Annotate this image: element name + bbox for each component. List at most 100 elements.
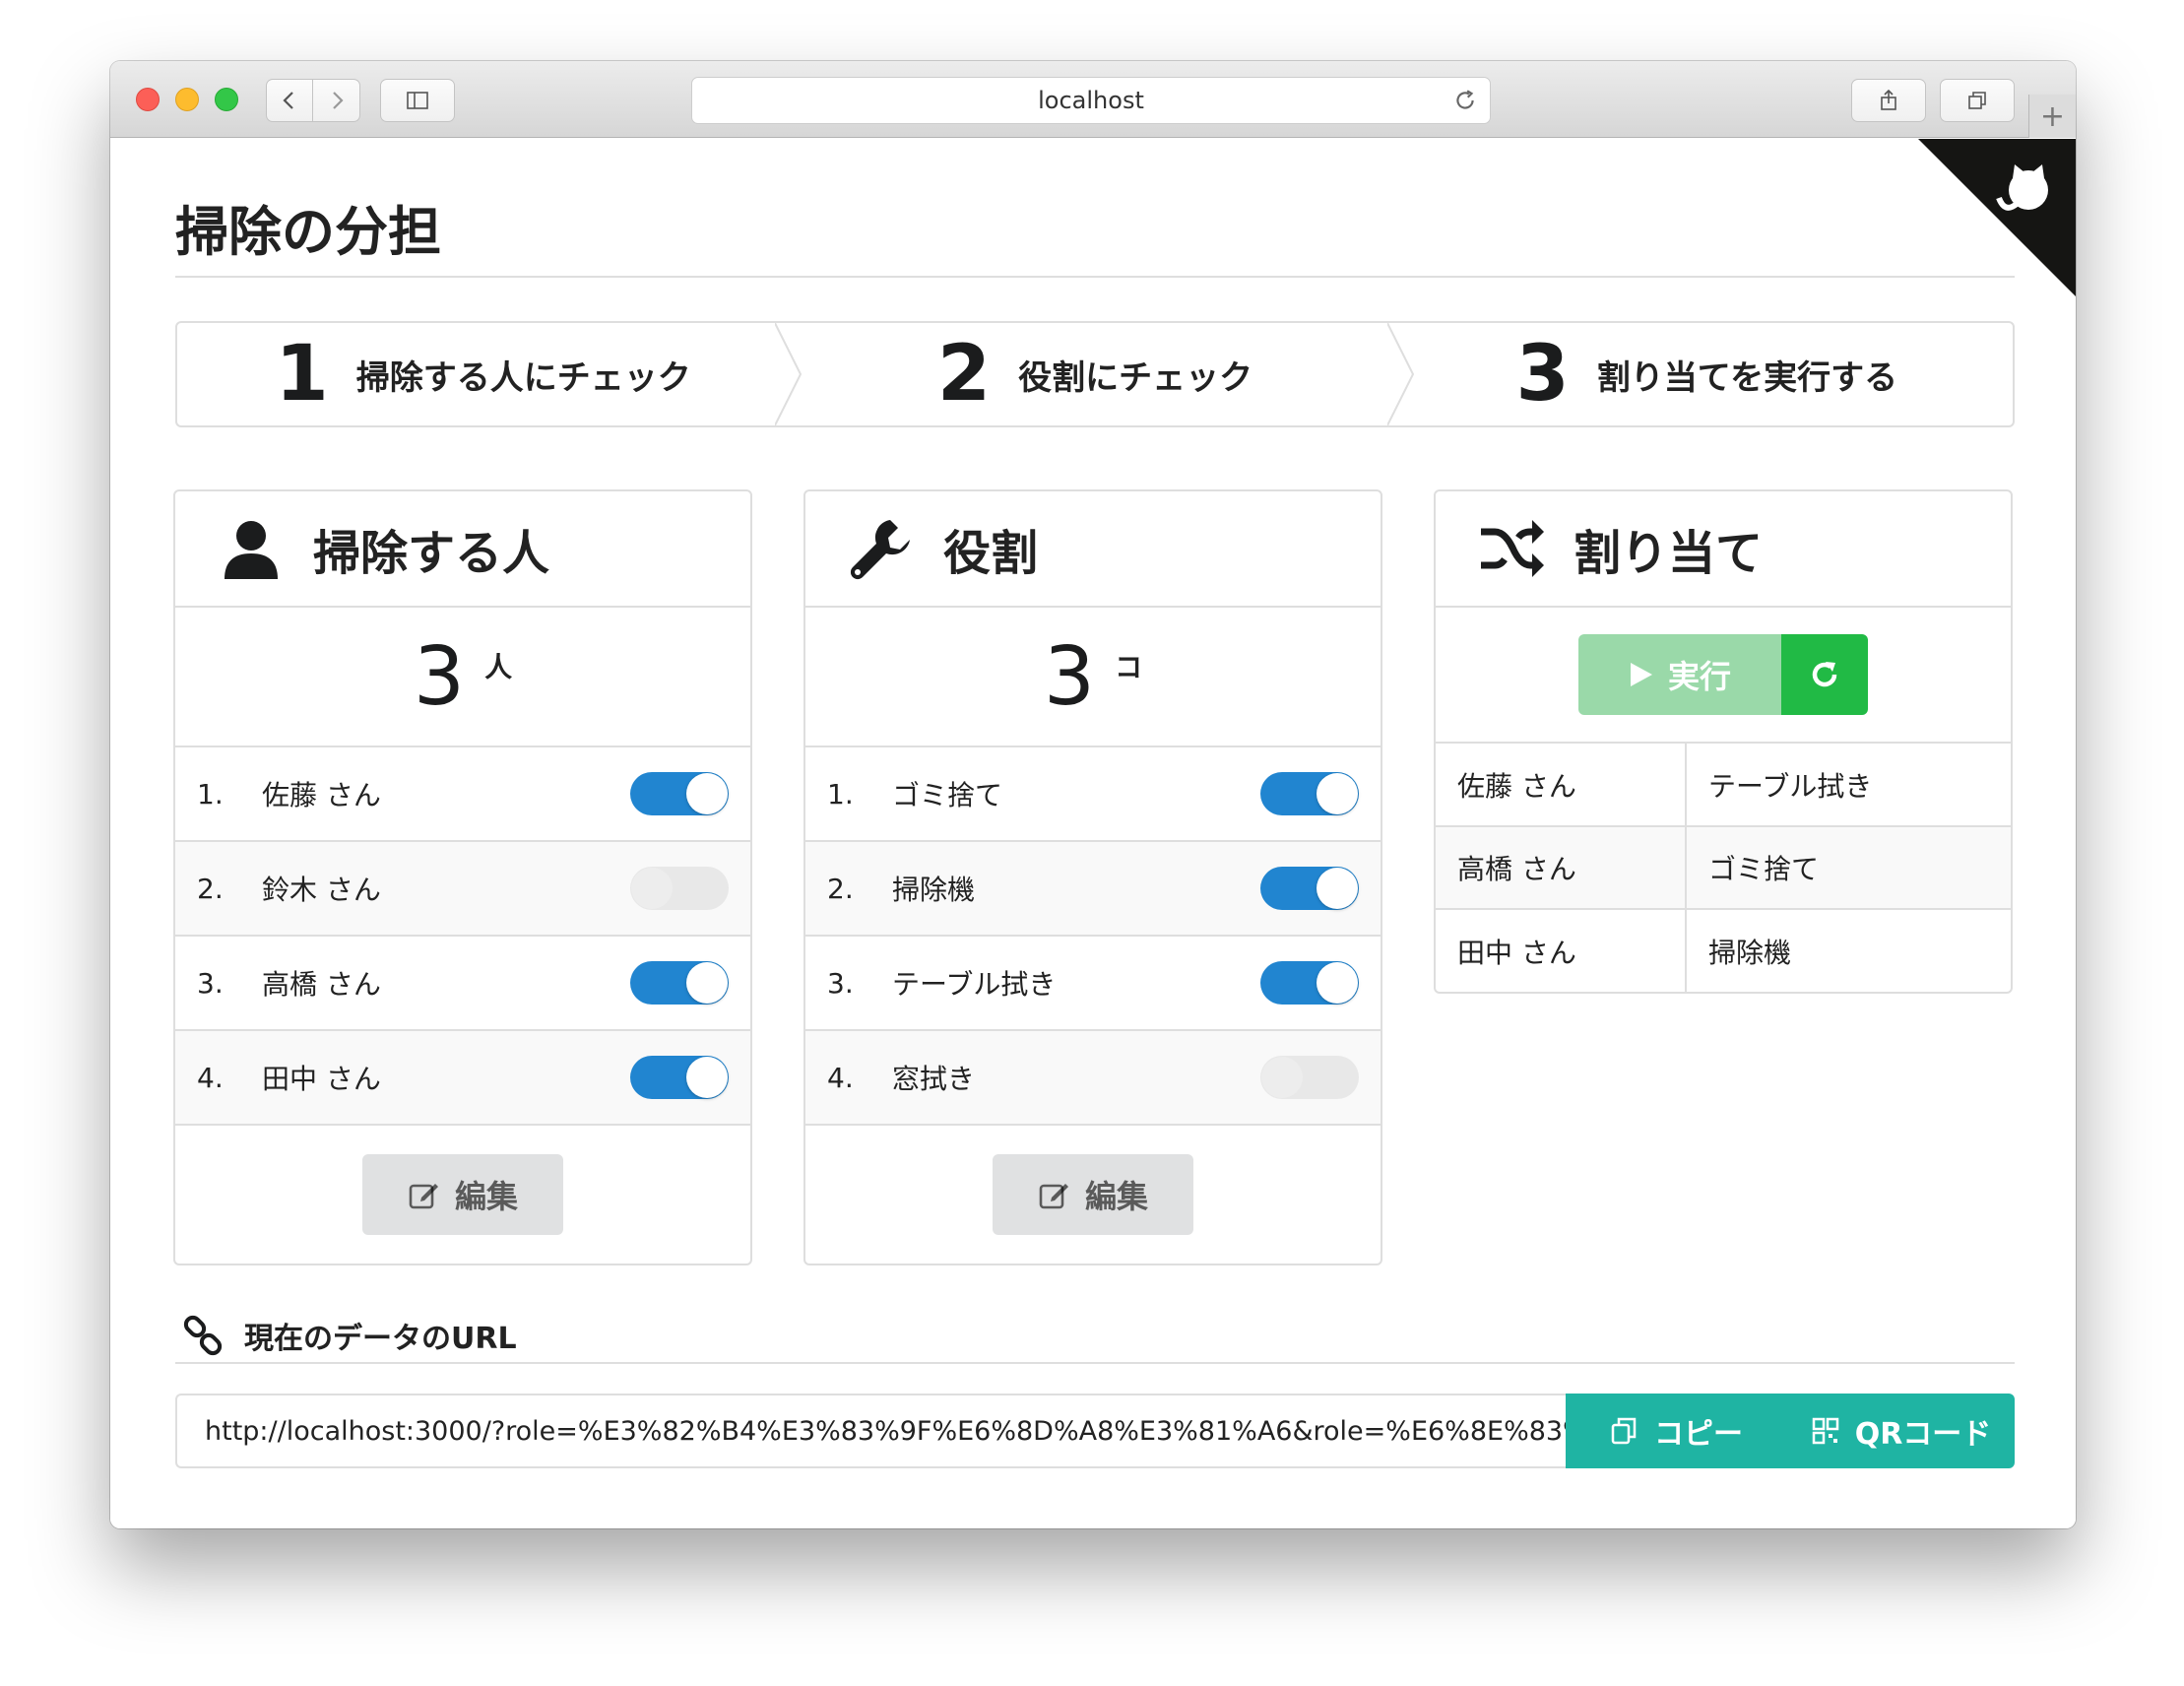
new-tab-button[interactable]: +: [2028, 95, 2076, 138]
list-item-index: 1.: [827, 777, 854, 811]
list-item: 1. 佐藤 さん: [175, 747, 750, 842]
url-section-label: 現在のデータのURL: [244, 1322, 517, 1356]
share-icon: [1881, 89, 1896, 110]
qrcode-icon: [1812, 1417, 1838, 1445]
assignment-table: 佐藤 さん テーブル拭き 高橋 さん ゴミ捨て 田中 さん 掃除機: [1436, 744, 2011, 992]
browser-titlebar: localhost +: [110, 61, 2076, 138]
panel-title: 役割: [943, 526, 1039, 581]
url-row: http://localhost:3000/?role=%E3%82%B4%E3…: [175, 1394, 2015, 1468]
assigned-role: テーブル拭き: [1686, 744, 2011, 827]
assigned-person: 佐藤 さん: [1436, 744, 1687, 827]
refresh-icon: [1812, 662, 1837, 687]
count-unit: 人: [484, 651, 513, 683]
list-item: 3. 高橋 さん: [175, 937, 750, 1031]
toggle-switch[interactable]: [1260, 867, 1359, 910]
people-panel: 掃除する人 3 人 1. 佐藤 さん 2. 鈴木 さん 3. 高橋 さん 4. …: [173, 489, 752, 1265]
assign-panel: 割り当て 実行 佐藤 さん テーブル拭き 高橋 さん ゴミ捨て 田中 さん 掃除…: [1434, 489, 2013, 994]
edit-button-label: 編集: [1084, 1178, 1148, 1215]
share-button[interactable]: [1851, 79, 1926, 122]
copy-button-label: コピー: [1654, 1417, 1743, 1452]
assigned-person: 高橋 さん: [1436, 826, 1687, 910]
list-item-name: 田中 さん: [262, 1063, 381, 1095]
list-item-name: 高橋 さん: [262, 968, 381, 1001]
copy-button[interactable]: コピー: [1566, 1394, 1786, 1468]
zoom-window-button[interactable]: [215, 88, 238, 111]
step-number: 2: [936, 330, 992, 419]
forward-button[interactable]: [313, 79, 360, 122]
reload-icon[interactable]: [1452, 88, 1478, 113]
toggle-switch[interactable]: [1260, 1056, 1359, 1099]
list-item: 2. 鈴木 さん: [175, 842, 750, 937]
list-item-index: 1.: [197, 777, 224, 811]
list-item: 4. 窓拭き: [805, 1031, 1381, 1126]
reset-button[interactable]: [1781, 634, 1868, 715]
page-content: 掃除の分担 1 掃除する人にチェック 2 役割にチェック 3 割り当てを実行する…: [110, 139, 2076, 1528]
wrench-icon: [850, 520, 910, 580]
edit-button-label: 編集: [454, 1178, 518, 1215]
list-item: 4. 田中 さん: [175, 1031, 750, 1126]
tabs-overview-button[interactable]: [1940, 79, 2015, 122]
qr-button-label: QRコード: [1854, 1417, 1992, 1452]
toggle-switch[interactable]: [630, 772, 729, 815]
back-button[interactable]: [266, 79, 313, 122]
list-item-name: 佐藤 さん: [262, 779, 381, 811]
sidebar-toggle-button[interactable]: [380, 79, 455, 122]
assign-button-group: 実行: [1578, 634, 1868, 715]
step-label: 掃除する人にチェック: [355, 357, 691, 398]
toggle-switch[interactable]: [630, 961, 729, 1005]
url-field[interactable]: http://localhost:3000/?role=%E3%82%B4%E3…: [175, 1394, 1566, 1468]
list-item-index: 3.: [197, 966, 224, 1000]
toggle-switch[interactable]: [630, 867, 729, 910]
assigned-role: 掃除機: [1708, 936, 1792, 969]
toggle-switch[interactable]: [630, 1056, 729, 1099]
assigned-person: 田中 さん: [1436, 909, 1687, 992]
list-item-name: 掃除機: [892, 874, 976, 906]
list-item-name: テーブル拭き: [892, 968, 1057, 1001]
edit-icon: [409, 1184, 438, 1209]
qr-code-button[interactable]: QRコード: [1786, 1394, 2015, 1468]
roles-panel: 役割 3 コ 1. ゴミ捨て 2. 掃除機 3. テーブル拭き 4. 窓拭き 編…: [803, 489, 1382, 1265]
shuffle-icon: [1481, 520, 1544, 577]
minimize-window-button[interactable]: [175, 88, 199, 111]
chevron-left-icon: [283, 92, 293, 109]
edit-roles-button[interactable]: 編集: [993, 1154, 1193, 1235]
assigned-role: ゴミ捨て: [1686, 826, 2011, 910]
step-2: 2 役割にチェック: [789, 323, 1414, 425]
chevron-right-icon: [332, 92, 344, 109]
people-panel-header: 掃除する人: [175, 491, 750, 608]
step-indicator: 1 掃除する人にチェック 2 役割にチェック 3 割り当てを実行する: [175, 321, 2015, 427]
toggle-switch[interactable]: [1260, 772, 1359, 815]
list-item-index: 3.: [827, 966, 854, 1000]
roles-count: 3 コ: [805, 608, 1381, 747]
run-button-label: 実行: [1667, 658, 1731, 695]
close-window-button[interactable]: [136, 88, 160, 111]
roles-panel-header: 役割: [805, 491, 1381, 608]
step-separator: [1386, 323, 1414, 425]
address-bar[interactable]: localhost: [691, 77, 1491, 124]
step-number: 3: [1515, 330, 1570, 419]
list-item-name: 鈴木 さん: [262, 874, 381, 906]
list-item: 3. テーブル拭き: [805, 937, 1381, 1031]
list-item: 1. ゴミ捨て: [805, 747, 1381, 842]
page-title: 掃除の分担: [175, 188, 2015, 278]
panel-footer: 編集: [175, 1126, 750, 1264]
count-number: 3: [1043, 629, 1096, 724]
table-row: 田中 さん 掃除機: [1436, 909, 2011, 992]
list-item-index: 2.: [827, 872, 854, 905]
toggle-switch[interactable]: [1260, 961, 1359, 1005]
run-button[interactable]: 実行: [1578, 634, 1781, 715]
step-3: 3 割り当てを実行する: [1401, 323, 2013, 425]
list-item: 2. 掃除機: [805, 842, 1381, 937]
edit-icon: [1039, 1184, 1068, 1209]
panel-footer: 編集: [805, 1126, 1381, 1264]
table-row: 佐藤 さん テーブル拭き: [1436, 744, 2011, 827]
list-item-name: 窓拭き: [892, 1063, 976, 1095]
address-text: localhost: [1038, 87, 1144, 114]
table-row: 高橋 さん ゴミ捨て: [1436, 826, 2011, 910]
count-number: 3: [413, 629, 466, 724]
list-item-index: 2.: [197, 872, 224, 905]
list-item-index: 4.: [197, 1061, 224, 1094]
panel-title: 掃除する人: [313, 526, 550, 581]
edit-people-button[interactable]: 編集: [362, 1154, 563, 1235]
play-icon: [1630, 663, 1652, 686]
